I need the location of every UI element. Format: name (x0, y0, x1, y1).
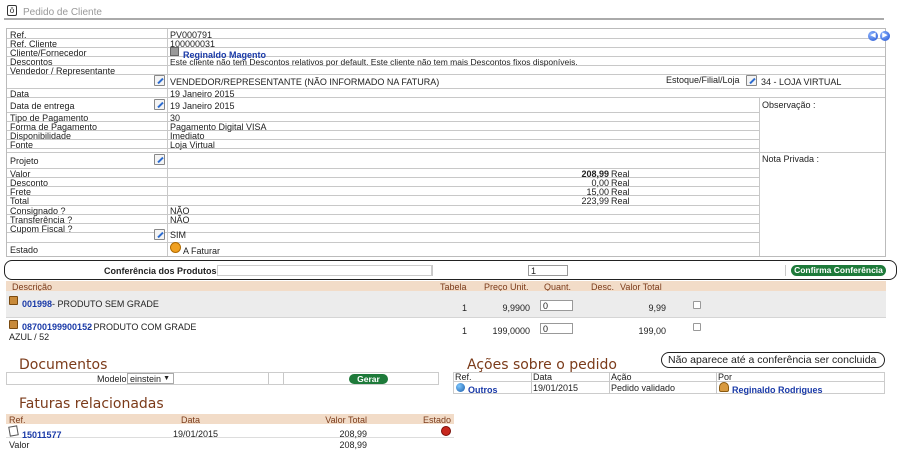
estoque-label: Estoque/Filial/Loja (666, 75, 740, 85)
actions-data: 19/01/2015 (533, 383, 579, 393)
product-name: - PRODUTO SEM GRADE (52, 299, 159, 309)
user-icon (719, 382, 729, 392)
globe-icon (456, 383, 465, 392)
table-row (6, 424, 454, 438)
actions-title: Ações sobre o pedido (467, 357, 617, 373)
invoices-footer-value: 208,99 (339, 440, 367, 450)
product-icon (9, 296, 18, 305)
transferencia-value: NÃO (170, 215, 190, 225)
row-quant-input[interactable]: 0 (540, 300, 573, 311)
estado-value: A Faturar (183, 246, 221, 256)
row-quant-input[interactable]: 0 (540, 323, 573, 334)
next-icon[interactable]: ▶ (880, 31, 890, 41)
projeto-label: Projeto (10, 156, 39, 166)
product-name: - PRODUTO COM GRADE (88, 322, 197, 332)
conference-qty-value: 1 (531, 266, 537, 276)
row-quant-value: 0 (543, 324, 549, 334)
chevron-down-icon: ▼ (163, 375, 170, 382)
estado-label: Estado (10, 245, 39, 255)
data-value: 19 Janeiro 2015 (170, 89, 235, 99)
cupom-value: SIM (170, 230, 187, 240)
invoice-data: 19/01/2015 (173, 429, 219, 439)
row-valor: 199,00 (638, 326, 666, 336)
invoices-footer-label: Valor (9, 440, 30, 450)
total-label: Total (10, 196, 30, 206)
edit-estoque-icon[interactable] (746, 75, 757, 86)
edit-entrega-icon[interactable] (154, 99, 165, 110)
modelo-label: Modelo (97, 374, 127, 384)
cupom-label: Cupom Fiscal ? (10, 224, 73, 234)
product-code-link[interactable]: 08700199900152 (22, 322, 92, 332)
modelo-select-value: einstein (130, 374, 162, 384)
vendedor-label: Vendedor / Representante (10, 66, 116, 76)
row-valor: 9,99 (648, 303, 666, 313)
row-preco: 9,9900 (502, 303, 530, 313)
conference-code-input[interactable] (217, 265, 432, 276)
entrega-value: 19 Janeiro 2015 (170, 101, 235, 111)
row-tabela: 1 (462, 303, 468, 313)
confirm-conference-button[interactable]: Confirma Conferência (791, 265, 886, 276)
actions-acao: Pedido validado (611, 383, 676, 393)
estoque-value: 34 - LOJA VIRTUAL (761, 77, 842, 87)
nota-privada-label: Nota Privada : (762, 154, 820, 164)
product-variant: AZUL / 52 (9, 332, 50, 342)
invoices-header (6, 414, 454, 424)
previous-icon[interactable]: ◀ (868, 31, 878, 41)
order-icon: ö (7, 5, 17, 16)
row-preco: 199,0000 (492, 326, 530, 336)
descontos-value: Este cliente não tem Descontos relativos… (170, 57, 578, 67)
actions-ref-link[interactable]: Outros (468, 385, 498, 395)
vendedor-value: VENDEDOR/REPRESENTANTE (NÃO INFORMADO NA… (170, 77, 440, 87)
invoice-status-icon (441, 426, 451, 436)
edit-vendedor-icon[interactable] (154, 75, 165, 86)
invoices-title: Faturas relacionadas (19, 396, 164, 412)
invoices-footer (6, 439, 454, 450)
actions-user-link[interactable]: Reginaldo Rodrigues (732, 385, 823, 395)
actions-header (453, 372, 885, 381)
conference-qty-input[interactable]: 1 (528, 265, 568, 276)
row-checkbox[interactable] (693, 323, 701, 331)
invoice-valor: 208,99 (339, 429, 367, 439)
gerar-button[interactable]: Gerar (349, 374, 388, 384)
annotation-note: Não aparece até a conferência ser conclu… (668, 354, 877, 366)
observacao-label: Observação : (762, 100, 816, 110)
page-title: Pedido de Cliente (23, 7, 102, 18)
modelo-select[interactable]: einstein ▼ (127, 373, 174, 384)
fonte-label: Fonte (10, 140, 34, 150)
edit-projeto-icon[interactable] (154, 154, 165, 165)
product-code-link[interactable]: 001998 (22, 299, 52, 309)
invoice-icon (8, 425, 19, 437)
data-label: Data (10, 89, 30, 99)
fonte-value: Loja Virtual (170, 140, 215, 150)
conference-label: Conferência dos Produtos: (104, 266, 220, 276)
edit-cupom-icon[interactable] (154, 229, 165, 240)
total-value: 223,99 (581, 196, 609, 206)
status-icon (170, 242, 181, 253)
entrega-label: Data de entrega (10, 101, 75, 111)
row-quant-value: 0 (543, 301, 549, 311)
row-checkbox[interactable] (693, 301, 701, 309)
product-icon (9, 320, 18, 329)
total-currency: Real (611, 196, 630, 206)
header-underline (4, 18, 884, 20)
row-tabela: 1 (462, 326, 468, 336)
company-icon (170, 47, 179, 56)
documents-title: Documentos (19, 357, 108, 373)
